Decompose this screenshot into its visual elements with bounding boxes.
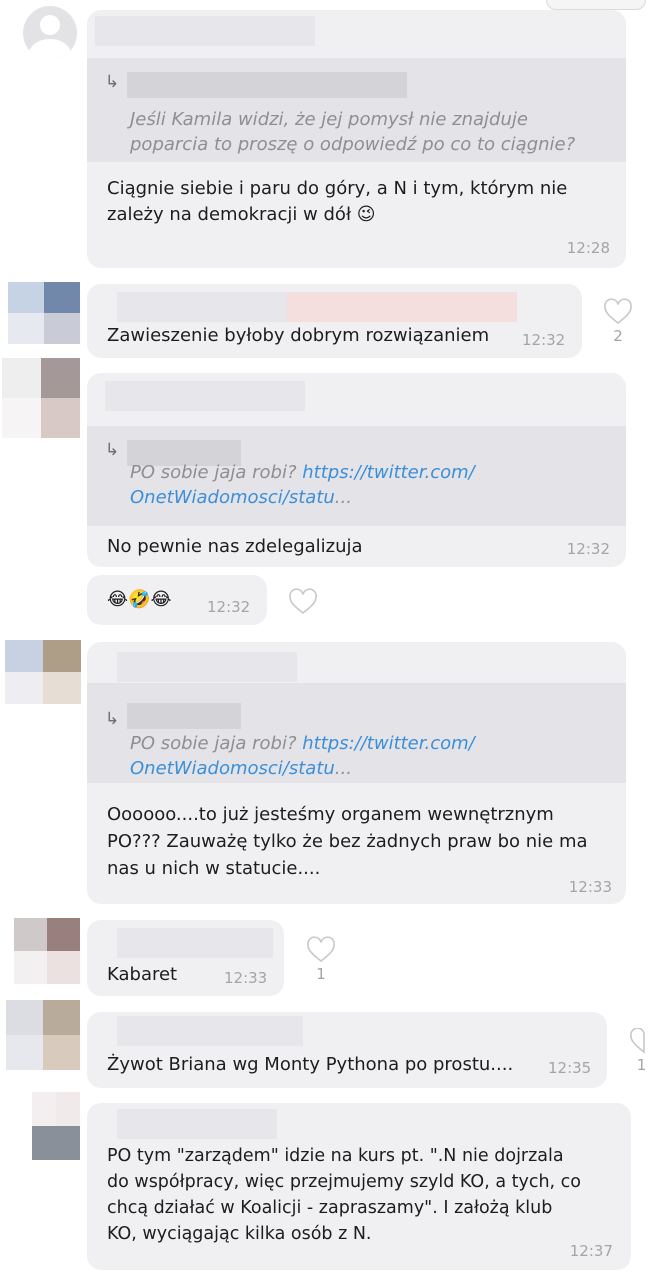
message-time: 12:37 [569, 1242, 613, 1260]
sender-name-redacted [117, 928, 273, 958]
like-count: 1 [636, 1056, 647, 1074]
message-text: Żywot Briana wg Monty Pythona po prostu.… [107, 1054, 514, 1075]
quote-text: Jeśli Kamila widzi, że jej pomysł nie zn… [130, 109, 576, 155]
heart-icon[interactable] [603, 298, 633, 326]
message-text: Kabaret [107, 964, 178, 985]
quote-text: PO sobie jaja robi? https://twitter.com/… [130, 733, 475, 779]
message-text: PO tym "zarządem" idzie na kurs pt. ".N … [107, 1146, 581, 1244]
avatar-blurred[interactable] [6, 1000, 80, 1070]
sender-name-redacted [117, 652, 297, 682]
quoted-sender-redacted [127, 703, 241, 729]
message-text: No pewnie nas zdelegalizuja [107, 536, 363, 557]
heart-icon[interactable] [288, 588, 318, 616]
message-time: 12:32 [566, 540, 610, 558]
sender-name-redacted [117, 292, 287, 322]
quoted-sender-redacted [127, 72, 407, 98]
message-time: 12:32 [207, 598, 251, 616]
like-count: 1 [316, 965, 326, 983]
avatar-blurred[interactable] [2, 358, 80, 438]
reply-arrow-icon: ↳ [105, 709, 120, 729]
reply-arrow-icon: ↳ [105, 440, 120, 460]
avatar-blurred[interactable] [5, 640, 81, 704]
quote-text: PO sobie jaja robi? https://twitter.com/… [130, 462, 475, 508]
heart-icon[interactable] [306, 936, 336, 964]
sender-name-redacted [117, 1016, 303, 1046]
sender-name-redacted [105, 381, 305, 411]
reply-quote[interactable]: ↳ PO sobie jaja robi? https://twitter.co… [87, 683, 626, 783]
reply-quote[interactable]: ↳ Jeśli Kamila widzi, że jej pomysł nie … [87, 58, 626, 162]
message-bubble-1[interactable]: ↳ Jeśli Kamila widzi, że jej pomysł nie … [87, 10, 626, 268]
reply-quote[interactable]: ↳ PO sobie jaja robi? https://twitter.co… [87, 426, 626, 526]
message-bubble-6[interactable]: Kabaret 12:33 [87, 920, 284, 996]
message-time: 12:33 [224, 969, 268, 987]
avatar-blurred[interactable] [32, 1092, 80, 1160]
top-badge [546, 0, 646, 10]
avatar-default[interactable] [23, 6, 77, 60]
avatar-blurred[interactable] [8, 282, 80, 344]
sender-name-redacted [117, 1109, 277, 1139]
message-time: 12:32 [522, 331, 566, 349]
sender-name-redacted [95, 16, 315, 46]
like-count: 2 [613, 327, 623, 345]
message-bubble-2[interactable]: Zawieszenie byłoby dobrym rozwiązaniem 1… [87, 284, 582, 358]
avatar-blurred[interactable] [14, 918, 80, 984]
message-text: Zawieszenie byłoby dobrym rozwiązaniem [107, 325, 490, 346]
message-bubble-5[interactable]: ↳ PO sobie jaja robi? https://twitter.co… [87, 642, 626, 904]
message-bubble-7[interactable]: Żywot Briana wg Monty Pythona po prostu.… [87, 1012, 607, 1088]
message-bubble-3[interactable]: ↳ PO sobie jaja robi? https://twitter.co… [87, 373, 626, 567]
message-time: 12:28 [566, 239, 610, 257]
sender-name-redacted-tint [287, 292, 517, 322]
message-emoji: 😂🤣😂 [107, 589, 172, 610]
message-bubble-4[interactable]: 😂🤣😂 12:32 [87, 575, 267, 625]
message-time: 12:35 [548, 1059, 592, 1077]
message-time: 12:33 [568, 878, 612, 896]
message-bubble-8[interactable]: PO tym "zarządem" idzie na kurs pt. ".N … [87, 1103, 631, 1270]
message-text: Ciągnie siebie i paru do góry, a N i tym… [107, 178, 568, 225]
message-text: Oooooo....to już jesteśmy organem wewnęt… [107, 804, 588, 879]
reply-arrow-icon: ↳ [105, 72, 120, 92]
heart-icon[interactable] [629, 1028, 649, 1054]
